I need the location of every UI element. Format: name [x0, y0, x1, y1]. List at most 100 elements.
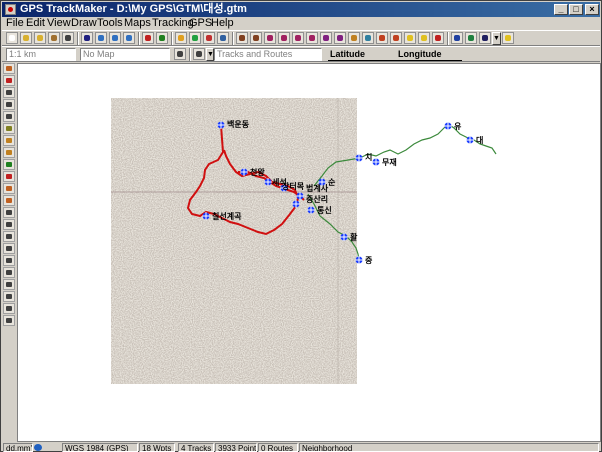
zoom-window-icon[interactable] [123, 32, 135, 44]
gps-options-icon[interactable] [479, 32, 491, 44]
menu-draw[interactable]: Draw [71, 17, 97, 30]
toolbar-separator [171, 32, 173, 45]
topo-map-image [111, 98, 357, 384]
radius-tool-icon[interactable] [3, 315, 15, 326]
rectangle-select-icon[interactable] [3, 87, 15, 98]
menu-help[interactable]: Help [211, 17, 234, 30]
pan-down-icon[interactable] [278, 32, 290, 44]
pan-right-icon[interactable] [250, 32, 262, 44]
gps-send-icon[interactable] [376, 32, 388, 44]
waypoint-label: 칠선계곡 [212, 211, 242, 221]
map-options-icon[interactable] [174, 48, 186, 60]
waypoint-label: 중 [365, 256, 373, 265]
eraser-tool-icon[interactable] [3, 195, 15, 206]
map-icon[interactable] [175, 32, 187, 44]
rotate-tool-icon[interactable] [3, 99, 15, 110]
route-icon[interactable] [334, 32, 346, 44]
close-button[interactable]: × [585, 4, 599, 15]
hand-tool-icon[interactable] [3, 123, 15, 134]
map-canvas[interactable]: 백운동 칠선계곡 천왕 세석 장터목 법계사 중산리 통신 순 치 무재 유 대 [17, 63, 601, 442]
menu-edit[interactable]: Edit [26, 17, 45, 30]
select-tool-icon[interactable] [3, 63, 15, 74]
status-points: 3933 Points [215, 443, 257, 452]
save-icon[interactable] [81, 32, 93, 44]
properties-icon[interactable] [217, 32, 229, 44]
menu-tracking[interactable]: Tracking [152, 17, 194, 30]
gps-connect-icon[interactable] [465, 32, 477, 44]
status-mode: Neighborhood [299, 443, 599, 452]
oval-tool-icon[interactable] [3, 255, 15, 266]
pentagon-tool-icon[interactable] [3, 291, 15, 302]
menu-tools[interactable]: Tools [97, 17, 123, 30]
arrow-tool-icon[interactable] [3, 111, 15, 122]
ellipse-tool-icon[interactable] [3, 231, 15, 242]
merge-file-icon[interactable] [48, 32, 60, 44]
scale-field[interactable]: 1:1 km [6, 48, 76, 61]
menu-gps[interactable]: GPS [189, 17, 212, 30]
help-icon[interactable] [502, 32, 514, 44]
waypoint-label: 법계사 [306, 183, 329, 193]
redraw-icon[interactable] [306, 32, 318, 44]
toolbar-separator [447, 32, 449, 45]
menu-view[interactable]: View [47, 17, 71, 30]
gps-receive-icon[interactable] [362, 32, 374, 44]
globe-icon[interactable] [189, 32, 201, 44]
brush-tool-icon[interactable] [3, 183, 15, 194]
waypoint-marker[interactable] [372, 158, 380, 166]
sun-icon[interactable] [418, 32, 430, 44]
drawing-toolbar [2, 63, 16, 443]
app-logo-icon [5, 4, 16, 15]
status-units[interactable]: dd.mm'ss" [3, 443, 33, 452]
track-color-icon[interactable] [142, 32, 154, 44]
triangle-tool-icon[interactable] [3, 279, 15, 290]
stop-icon[interactable] [203, 32, 215, 44]
track-icon[interactable] [348, 32, 360, 44]
polygon-tool-icon[interactable] [3, 267, 15, 278]
tracks-routes-field[interactable]: Tracks and Routes [214, 48, 322, 61]
gps-options-dropdown[interactable]: ▼ [492, 32, 501, 45]
waypoint-icon[interactable] [320, 32, 332, 44]
minimize-button[interactable]: _ [554, 4, 568, 15]
new-file-icon[interactable] [6, 32, 18, 44]
rectangle-tool-icon[interactable] [3, 219, 15, 230]
open-folder-icon[interactable] [20, 32, 32, 44]
status-datum[interactable]: WGS 1984 (GPS) [62, 443, 138, 452]
target-tool-icon[interactable] [3, 303, 15, 314]
waypoint-label: 장터목 [282, 181, 305, 191]
select-layer-icon[interactable] [193, 48, 205, 60]
pencil-tool-icon[interactable] [3, 75, 15, 86]
map-field[interactable]: No Map [80, 48, 170, 61]
waypoint-label: 활 [350, 232, 358, 242]
route-tool-icon[interactable] [3, 147, 15, 158]
print-icon[interactable] [62, 32, 74, 44]
pen-tool-icon[interactable] [3, 171, 15, 182]
status-routes: 0 Routes [258, 443, 298, 452]
track-tool-icon[interactable] [3, 159, 15, 170]
maximize-button[interactable]: □ [569, 4, 583, 15]
gps-model-icon[interactable] [451, 32, 463, 44]
measure-icon[interactable] [156, 32, 168, 44]
pan-up-icon[interactable] [264, 32, 276, 44]
circle-tool-icon[interactable] [3, 243, 15, 254]
map-drawing: 백운동 칠선계곡 천왕 세석 장터목 법계사 중산리 통신 순 치 무재 유 대 [111, 98, 497, 384]
zoom-out-icon[interactable] [109, 32, 121, 44]
waypoint-marker[interactable] [444, 122, 452, 130]
gps-realtime-icon[interactable] [390, 32, 402, 44]
toolbar-separator [232, 32, 234, 45]
waypoint-label: 통신 [317, 205, 332, 215]
waypoint-tool-icon[interactable] [3, 135, 15, 146]
trackback-icon[interactable] [404, 32, 416, 44]
layer-dropdown[interactable]: ▼ [206, 48, 214, 61]
longitude-label: Longitude [398, 49, 442, 59]
app-window: GPS TrackMaker - D:\My GPS\GTM\대성.gtm _ … [0, 0, 602, 452]
open-map-icon[interactable] [34, 32, 46, 44]
waypoint-label: 치 [365, 152, 372, 162]
toolbar-separator [189, 48, 191, 61]
zoom-in-icon[interactable] [95, 32, 107, 44]
menu-maps[interactable]: Maps [124, 17, 151, 30]
center-icon[interactable] [292, 32, 304, 44]
line-tool-icon[interactable] [3, 207, 15, 218]
menu-file[interactable]: File [6, 17, 24, 30]
gmaps-icon[interactable] [432, 32, 444, 44]
pan-left-icon[interactable] [236, 32, 248, 44]
